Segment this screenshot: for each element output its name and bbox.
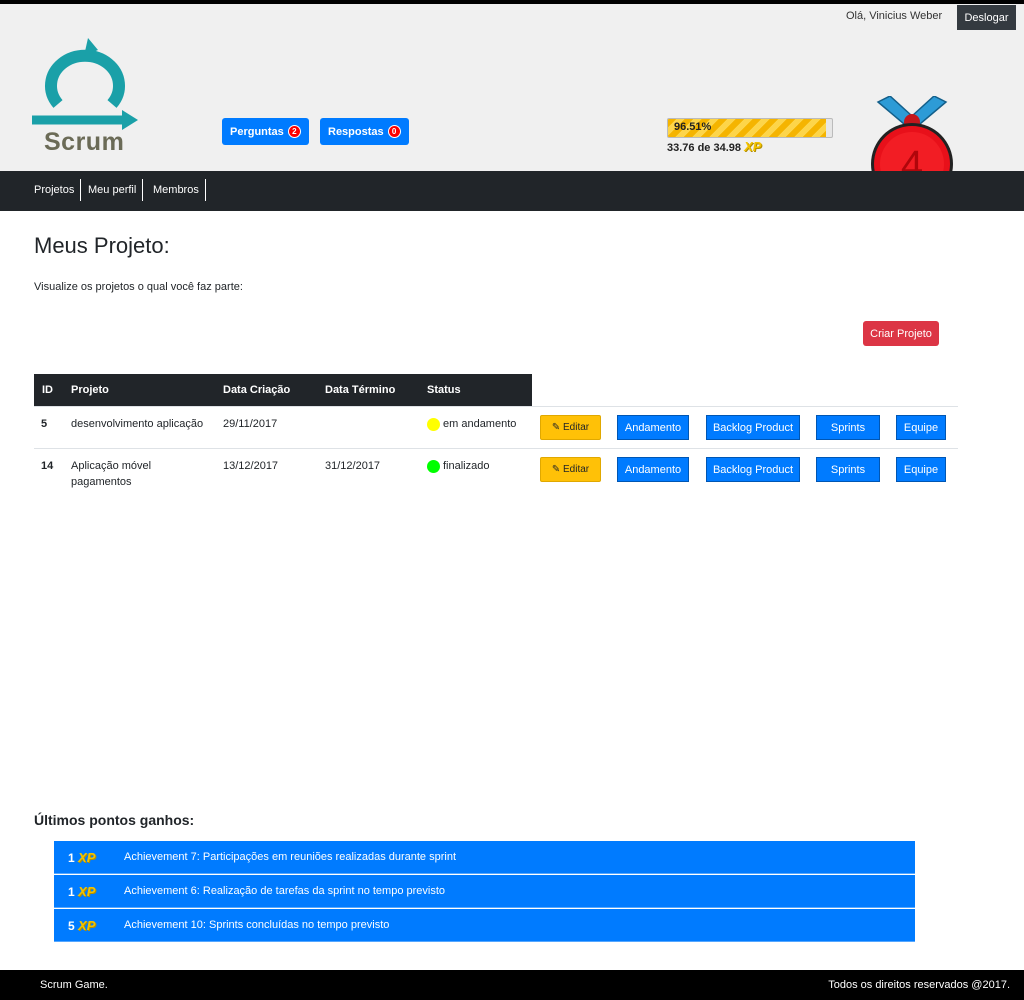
table-row: 14 Aplicação móvel pagamentos 13/12/2017… — [34, 448, 958, 494]
footer: Scrum Game. Todos os direitos reservados… — [0, 970, 1024, 1000]
nav-item-membros[interactable]: Membros — [153, 179, 206, 201]
answers-button[interactable]: Respostas 0 — [320, 118, 409, 145]
nav-item-meu-perfil[interactable]: Meu perfil — [88, 179, 144, 201]
xp-progress-bar: 96.51% — [667, 118, 833, 138]
col-header-data-criacao: Data Criação — [223, 384, 291, 396]
equipe-button[interactable]: Equipe — [896, 415, 946, 440]
project-id: 5 — [41, 418, 48, 430]
projects-table-header: ID Projeto Data Criação Data Término Sta… — [34, 374, 532, 406]
logo-text: Scrum — [44, 128, 125, 156]
xp-logo-icon: XP — [744, 139, 762, 154]
questions-label: Perguntas — [230, 125, 284, 138]
col-header-status: Status — [427, 384, 461, 396]
project-name: Aplicação móvel pagamentos — [71, 460, 152, 488]
xp-logo-icon: XP — [78, 918, 96, 933]
project-status: em andamento — [427, 416, 516, 432]
sprints-button[interactable]: Sprints — [816, 415, 880, 440]
questions-count-badge: 2 — [287, 125, 301, 138]
user-greeting: Olá, Vinicius Weber — [846, 10, 943, 22]
status-dot-icon — [427, 459, 440, 473]
xp-logo-icon: XP — [78, 850, 96, 865]
andamento-button[interactable]: Andamento — [617, 415, 689, 440]
create-project-button[interactable]: Criar Projeto — [863, 321, 939, 346]
col-header-data-termino: Data Término — [325, 384, 396, 396]
andamento-button[interactable]: Andamento — [617, 457, 689, 482]
backlog-button[interactable]: Backlog Product — [706, 415, 800, 440]
answers-label: Respostas — [328, 125, 384, 138]
footer-copyright: Todos os direitos reservados @2017. — [828, 979, 1010, 991]
xp-percent: 96.51% — [674, 121, 712, 133]
main-nav: Projetos Meu perfil Membros — [0, 171, 1024, 211]
logout-button[interactable]: Deslogar — [957, 5, 1016, 30]
project-id: 14 — [41, 460, 54, 472]
list-item: 1 XP Achievement 6: Realização de tarefa… — [54, 875, 915, 908]
xp-amount-text: 33.76 de 34.98 — [667, 142, 742, 154]
edit-label: Editar — [563, 422, 590, 433]
point-amount: 1 XP — [68, 884, 96, 899]
answers-count-badge: 0 — [387, 125, 401, 138]
equipe-button[interactable]: Equipe — [896, 457, 946, 482]
page-title: Meus Projeto: — [34, 233, 170, 258]
header: Olá, Vinicius Weber Deslogar Scrum Pergu… — [0, 4, 1024, 205]
col-header-id: ID — [42, 384, 53, 396]
point-amount: 5 XP — [68, 918, 96, 933]
status-dot-icon — [427, 417, 440, 431]
xp-logo-icon: XP — [78, 884, 96, 899]
point-description: Achievement 6: Realização de tarefas da … — [124, 885, 446, 897]
point-description: Achievement 10: Sprints concluídas no te… — [124, 919, 390, 931]
project-ended: 31/12/2017 — [325, 460, 381, 472]
xp-amount: 33.76 de 34.98 XP — [667, 139, 761, 154]
point-description: Achievement 7: Participações em reuniões… — [124, 851, 457, 863]
project-status: finalizado — [427, 458, 489, 474]
col-header-projeto: Projeto — [71, 384, 109, 396]
backlog-button[interactable]: Backlog Product — [706, 457, 800, 482]
status-label: finalizado — [443, 460, 490, 472]
questions-button[interactable]: Perguntas 2 — [222, 118, 309, 145]
list-item: 1 XP Achievement 7: Participações em reu… — [54, 841, 915, 874]
table-row: 5 desenvolvimento aplicação 29/11/2017 e… — [34, 406, 958, 448]
footer-brand: Scrum Game. — [40, 979, 108, 991]
project-name: desenvolvimento aplicação — [71, 418, 204, 430]
edit-button[interactable]: ✎ Editar — [540, 457, 601, 482]
status-label: em andamento — [443, 418, 517, 430]
edit-label: Editar — [563, 464, 590, 475]
points-title: Últimos pontos ganhos: — [34, 812, 195, 828]
point-amount: 1 XP — [68, 850, 96, 865]
project-created: 13/12/2017 — [223, 460, 279, 472]
project-created: 29/11/2017 — [223, 418, 278, 430]
nav-item-projetos[interactable]: Projetos — [34, 179, 82, 201]
page-subtitle: Visualize os projetos o qual você faz pa… — [34, 281, 243, 293]
edit-button[interactable]: ✎ Editar — [540, 415, 601, 440]
list-item: 5 XP Achievement 10: Sprints concluídas … — [54, 909, 915, 942]
sprints-button[interactable]: Sprints — [816, 457, 880, 482]
